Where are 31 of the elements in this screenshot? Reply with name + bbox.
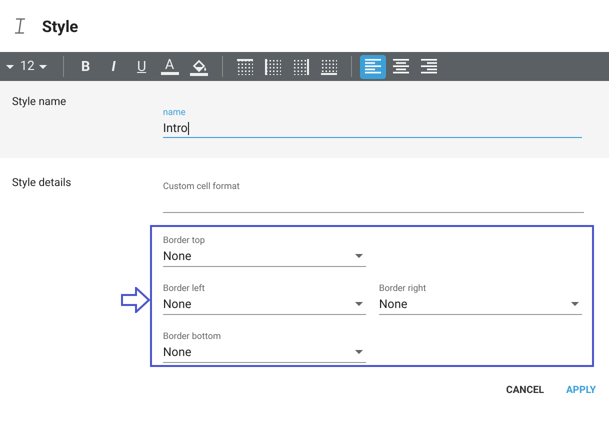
caret-icon (571, 302, 579, 306)
name-field[interactable]: name Intro (163, 108, 582, 138)
text-style-icon (14, 18, 26, 34)
border-bottom-icon[interactable] (320, 58, 337, 74)
caret-icon (355, 302, 363, 306)
border-dropdown[interactable]: Border left None (163, 284, 366, 315)
border-dropdown[interactable]: Border right None (379, 284, 582, 315)
text-color-button[interactable]: A (160, 58, 179, 74)
section-label: Style details (12, 176, 72, 189)
cancel-button[interactable]: CANCEL (506, 385, 544, 396)
border-left-icon[interactable] (264, 58, 281, 74)
font-size-dropdown[interactable]: 12 (20, 59, 47, 74)
align-left-button[interactable] (360, 54, 386, 78)
align-center-icon (392, 59, 409, 74)
font-dropdown-caret-icon[interactable] (6, 64, 14, 68)
caret-icon (355, 254, 363, 258)
align-left-icon (364, 59, 381, 74)
caret-icon (355, 350, 363, 354)
fill-bucket-icon[interactable] (190, 58, 208, 76)
border-top-icon[interactable] (236, 58, 253, 74)
underline-button[interactable]: U (128, 58, 156, 74)
custom-format-field[interactable]: Custom cell format (163, 182, 584, 213)
border-right-icon[interactable] (292, 58, 309, 74)
align-right-icon (420, 59, 437, 74)
bold-button[interactable]: B (72, 58, 100, 74)
border-dropdown[interactable]: Border bottom None (163, 332, 366, 363)
border-dropdown[interactable]: Border top None (163, 236, 366, 267)
section-label: Style name (12, 95, 66, 108)
dialog-title: Style (42, 16, 78, 36)
caret-icon (38, 64, 47, 68)
italic-button[interactable]: I (100, 58, 128, 74)
